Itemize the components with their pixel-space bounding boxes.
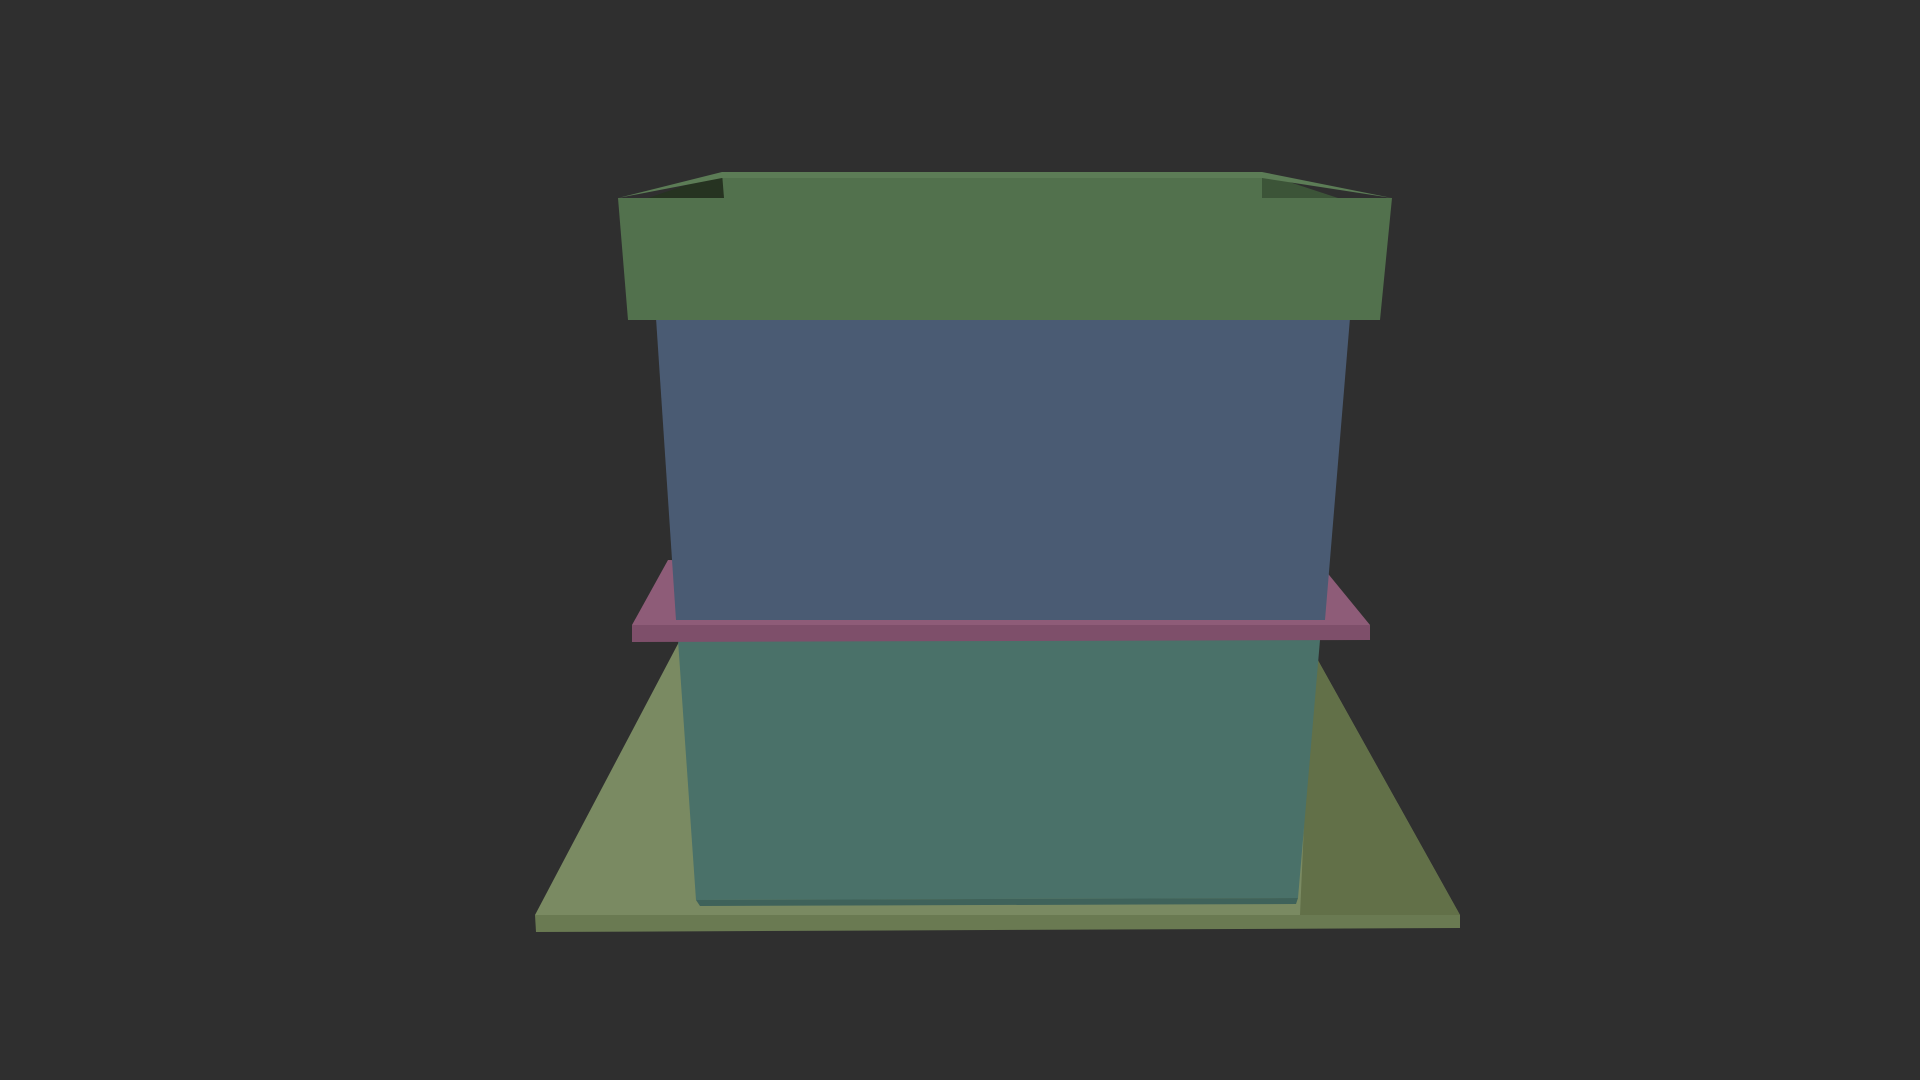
upper-box[interactable]	[656, 318, 1350, 620]
top-rim-front-face	[618, 198, 1392, 320]
upper-box-front-face	[656, 318, 1350, 620]
top-rim[interactable]	[618, 172, 1392, 320]
lower-box-front-face	[678, 640, 1320, 900]
lower-box[interactable]	[678, 640, 1320, 906]
divider-plate-front-face	[632, 625, 1370, 642]
scene-canvas[interactable]	[0, 0, 1920, 1080]
3d-viewport[interactable]	[0, 0, 1920, 1080]
